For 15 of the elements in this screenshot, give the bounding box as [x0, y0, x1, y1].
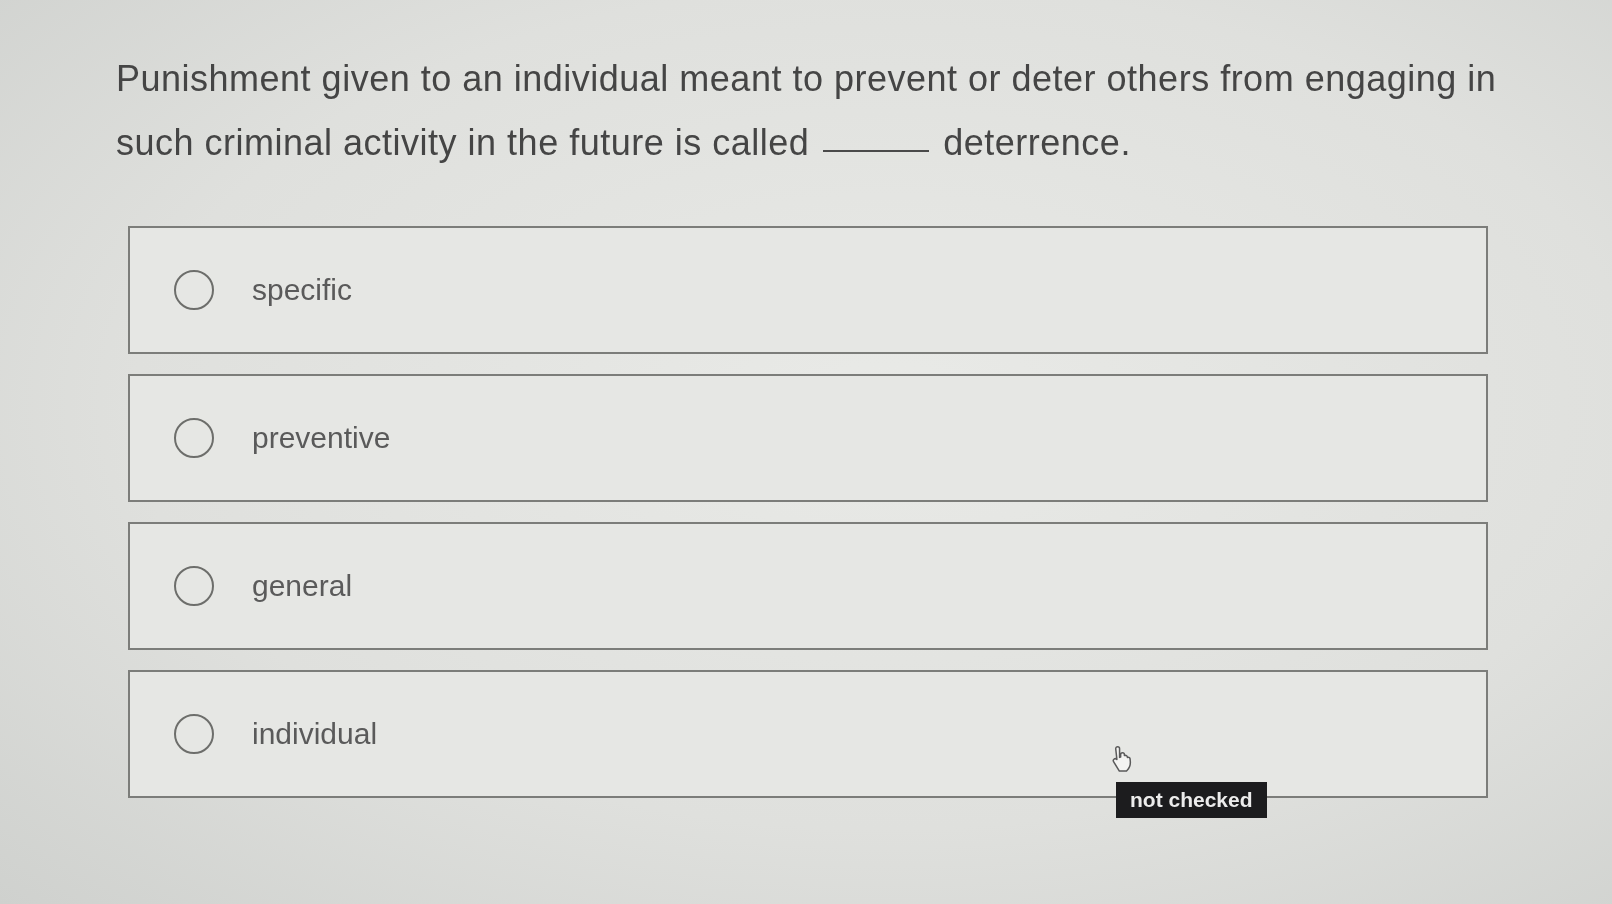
question-text: deterrence.: [943, 121, 1131, 165]
question-text: such criminal activity in the future is called: [116, 121, 810, 165]
answer-option[interactable]: general: [128, 522, 1488, 650]
radio-button-icon[interactable]: [174, 714, 214, 754]
question-text: Punishment given to an individual meant to prevent or deter others from engaging in: [116, 57, 1497, 101]
option-label: general: [252, 569, 353, 603]
answer-option[interactable]: preventive: [128, 374, 1488, 502]
option-label: preventive: [252, 421, 391, 455]
radio-button-icon[interactable]: [174, 418, 214, 458]
option-label: specific: [252, 273, 353, 307]
radio-button-icon[interactable]: [174, 270, 214, 310]
radio-button-icon[interactable]: [174, 566, 214, 606]
option-label: individual: [252, 717, 378, 751]
tooltip: not checked: [1116, 782, 1267, 818]
answer-option[interactable]: specific: [128, 226, 1488, 354]
